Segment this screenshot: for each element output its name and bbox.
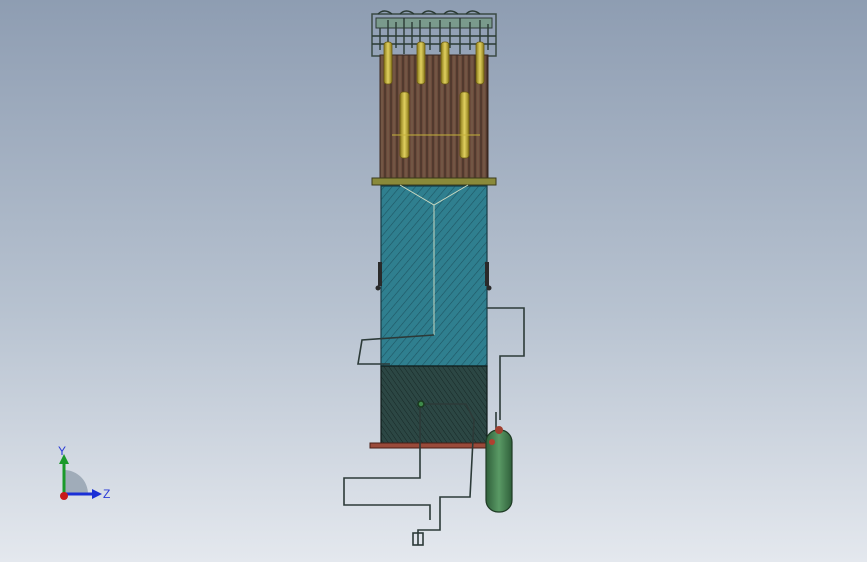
mid-flange: [371, 177, 497, 186]
base-plate: [369, 442, 499, 449]
x-axis-dot: [60, 492, 68, 500]
triad-plane-indicator: [64, 470, 88, 494]
lower-shell-section: [380, 365, 488, 445]
upper-tube-bank: [379, 54, 489, 180]
separator-tank: [485, 426, 513, 513]
y-axis-label: Y: [58, 444, 67, 458]
boiler-assembly-model[interactable]: [0, 0, 867, 562]
z-axis-label: Z: [103, 487, 111, 501]
cad-viewport[interactable]: Y Z: [0, 0, 867, 562]
